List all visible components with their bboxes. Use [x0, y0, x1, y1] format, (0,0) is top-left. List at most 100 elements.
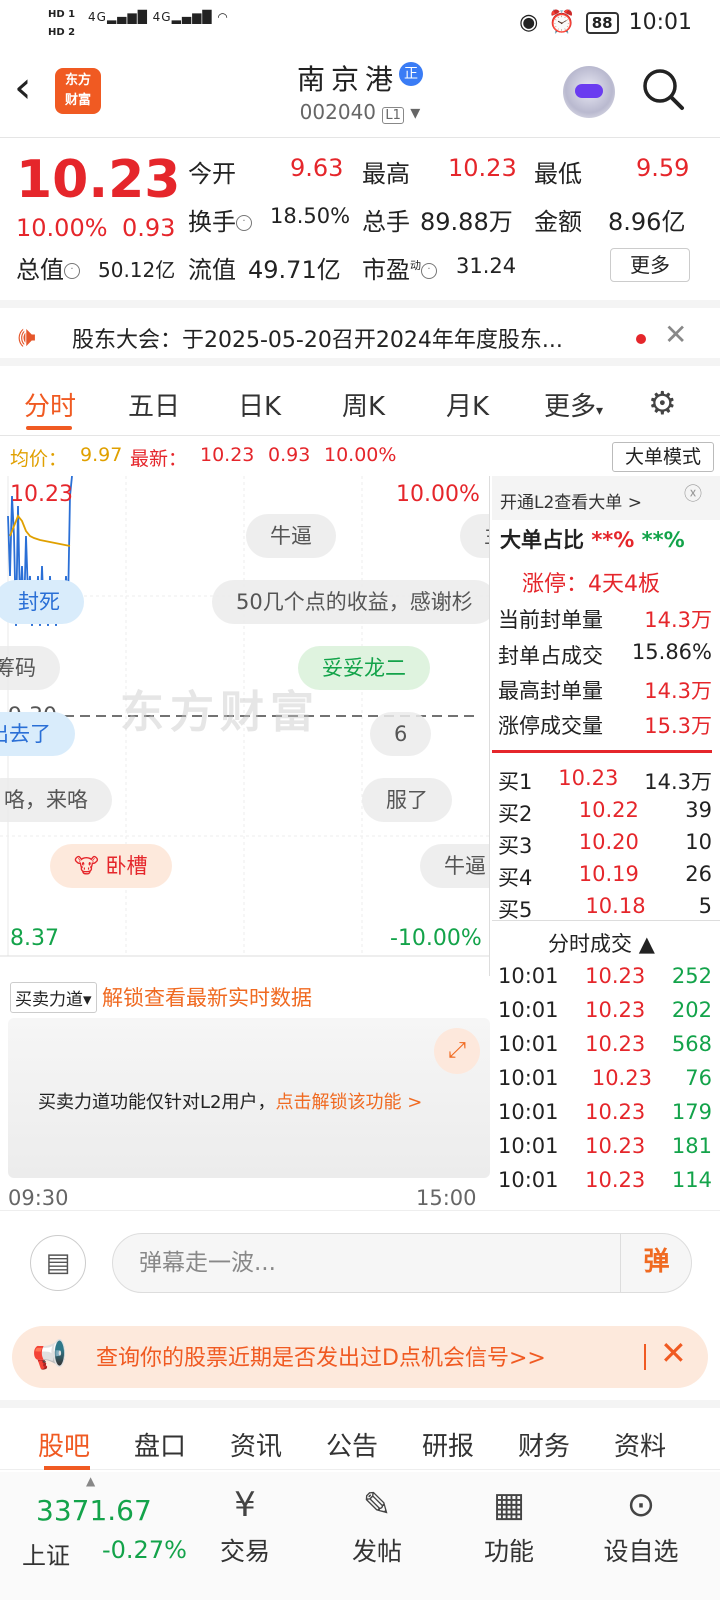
signal-icon: 4G▂▄▆█ 4G▂▄▆█ ◠ — [88, 10, 229, 24]
tab-pankou[interactable]: 盘口 — [134, 1426, 186, 1463]
chevron-down-icon: ▾ — [410, 100, 421, 124]
total-cap-label: 总值 · — [16, 250, 80, 285]
pe-label: 市盈动 · — [362, 250, 437, 285]
search-icon[interactable] — [640, 66, 686, 112]
turnover-label: 换手 · — [188, 202, 252, 237]
change-percent: 10.00% — [16, 214, 108, 242]
danmu-bubble[interactable]: 出去了 — [0, 712, 75, 756]
chart-bottom-price: 8.37 — [10, 926, 59, 951]
bid-row[interactable]: 买4 10.19 26 — [498, 862, 712, 892]
seal-row: 封单占成交 15.86% — [498, 640, 712, 668]
low-label: 最低 — [534, 160, 582, 188]
danmu-bubble[interactable]: 6 — [370, 712, 432, 756]
power-selector[interactable]: 买卖力道▾ — [10, 982, 97, 1013]
tab-monthly-k[interactable]: 月K — [446, 386, 489, 423]
tab-weekly-k[interactable]: 周K — [342, 386, 385, 423]
danmu-bubble[interactable]: 妥妥龙二 — [298, 646, 430, 690]
apps-icon: ▦ — [492, 1485, 526, 1525]
bid-row[interactable]: 买1 10.23 14.3万 — [498, 766, 712, 796]
tab-more[interactable]: 更多▾ — [544, 386, 603, 423]
chart-bottom-pct: -10.00% — [390, 926, 482, 951]
caret-down-icon: ▾ — [83, 990, 92, 1010]
megaphone-icon: 📢 — [32, 1338, 67, 1371]
nav-post[interactable]: ✎ 发帖 — [332, 1482, 422, 1568]
danmu-bubble[interactable]: 服了 — [362, 778, 452, 822]
latest-label: 最新： — [130, 448, 188, 470]
power-header: 买卖力道▾ 解锁查看最新实时数据 — [0, 978, 490, 1016]
notice-text[interactable]: 股东大会：于2025-05-20召开2024年年度股东... — [72, 322, 632, 354]
danmu-bubble[interactable]: 封死 — [0, 580, 84, 624]
promo-text[interactable]: 查询你的股票近期是否发出过D点机会信号>> — [96, 1340, 546, 1372]
float-cap-value: 49.71亿 — [248, 256, 341, 284]
seal-row: 涨停成交量 15.3万 — [498, 714, 712, 738]
pe-value: 31.24 — [456, 254, 517, 278]
info-icon[interactable]: · — [64, 263, 80, 279]
danmu-bubble[interactable]: 咯，来咯 — [0, 778, 112, 822]
expand-icon[interactable]: ⤢ — [434, 1028, 480, 1074]
l2-link[interactable]: 开通L2查看大单 > — [500, 488, 642, 513]
danmu-input[interactable]: 弹幕走一波... — [112, 1233, 692, 1293]
nav-add-watchlist[interactable]: ⊙ 设自选 — [596, 1482, 686, 1568]
limit-up-info: 涨停：4天4板 — [522, 572, 660, 597]
bid-row[interactable]: 买2 10.22 39 — [498, 798, 712, 828]
danmu-send-button[interactable]: 弹 — [620, 1233, 692, 1293]
close-icon[interactable]: ⓧ — [684, 480, 702, 506]
unlock-data-link[interactable]: 解锁查看最新实时数据 — [102, 982, 312, 1012]
chart-top-price: 10.23 — [10, 482, 73, 507]
ticks-title[interactable]: 分时成交 ▲ — [548, 928, 655, 958]
tab-daily-k[interactable]: 日K — [238, 386, 281, 423]
amount-label: 金额 — [534, 208, 582, 236]
bottom-nav: ▲ 3371.67 上证 -0.27% ¥ 交易 ✎ 发帖 ▦ 功能 ⊙ 设自选 — [0, 1472, 720, 1600]
volume-label: 总手 — [362, 208, 410, 236]
notice-bar[interactable]: 🕪 股东大会：于2025-05-20召开2024年年度股东... ✕ — [0, 300, 720, 366]
index-name[interactable]: 上证 — [22, 1536, 70, 1571]
danmu-settings-icon[interactable]: ▤ — [30, 1235, 86, 1291]
nav-functions[interactable]: ▦ 功能 — [464, 1482, 554, 1568]
tab-underline — [26, 426, 72, 430]
tab-five-day[interactable]: 五日 — [128, 386, 180, 423]
status-right: ◉ ⏰ 88 10:01 — [519, 10, 692, 35]
yen-exchange-icon: ¥ — [234, 1485, 256, 1525]
latest-value: 10.23 — [200, 444, 255, 466]
tick-row: 10:01 10.23 252 — [498, 964, 712, 988]
tab-research[interactable]: 研报 — [422, 1426, 474, 1463]
tab-announcements[interactable]: 公告 — [326, 1426, 378, 1463]
danmu-bubble[interactable]: 🐮 卧槽 — [50, 844, 172, 888]
danmu-bubble[interactable]: 筹码 — [0, 646, 60, 690]
battery-icon: 88 — [585, 11, 619, 34]
info-icon[interactable]: · — [421, 263, 437, 279]
amount-value: 8.96亿 — [608, 208, 686, 236]
tab-finance[interactable]: 财务 — [518, 1426, 570, 1463]
stock-header: ‹ 东方 财富 南京港正 002040 L1 ▾ — [0, 48, 720, 138]
tick-row: 10:01 10.23 114 — [498, 1168, 712, 1192]
intraday-chart[interactable]: 东方财富 10.23 10.00% 9.30 8.37 -10.00% 牛逼 主… — [0, 476, 490, 976]
seal-row: 当前封单量 14.3万 — [498, 608, 712, 632]
bid-row[interactable]: 买3 10.20 10 — [498, 830, 712, 860]
avg-label: 均价： — [10, 448, 68, 470]
turnover-value: 18.50% — [270, 204, 351, 228]
tab-profile[interactable]: 资料 — [614, 1426, 666, 1463]
tab-intraday[interactable]: 分时 — [24, 386, 76, 423]
big-order-mode-button[interactable]: 大单模式 — [612, 442, 714, 472]
watermark: 东方财富 — [120, 687, 320, 738]
info-icon[interactable]: · — [236, 215, 252, 231]
danmu-bubble[interactable]: 50几个点的收益，感谢杉 — [212, 580, 489, 624]
unlock-feature-link[interactable]: 点击解锁该功能 > — [275, 1092, 422, 1113]
danmu-bubble[interactable]: 牛逼 — [420, 844, 489, 888]
caret-up-icon: ▲ — [638, 932, 655, 956]
close-icon[interactable]: ✕ — [664, 318, 687, 351]
unread-dot — [636, 334, 646, 344]
promo-banner[interactable]: 📢 查询你的股票近期是否发出过D点机会信号>> ✕ — [12, 1326, 708, 1388]
gear-icon[interactable]: ⚙ — [648, 384, 677, 422]
tab-news[interactable]: 资讯 — [230, 1426, 282, 1463]
more-quote-button[interactable]: 更多 — [610, 248, 690, 282]
robot-assistant-icon[interactable] — [563, 66, 615, 118]
danmu-bubble[interactable]: 牛逼 — [246, 514, 336, 558]
index-value[interactable]: 3371.67 — [36, 1494, 152, 1527]
close-icon[interactable]: ✕ — [660, 1334, 687, 1372]
tab-guba[interactable]: 股吧 — [38, 1426, 90, 1463]
index-change[interactable]: -0.27% — [102, 1536, 187, 1564]
seal-row: 最高封单量 14.3万 — [498, 679, 712, 703]
nav-trade[interactable]: ¥ 交易 — [200, 1482, 290, 1568]
total-cap-value: 50.12亿 — [98, 258, 176, 282]
